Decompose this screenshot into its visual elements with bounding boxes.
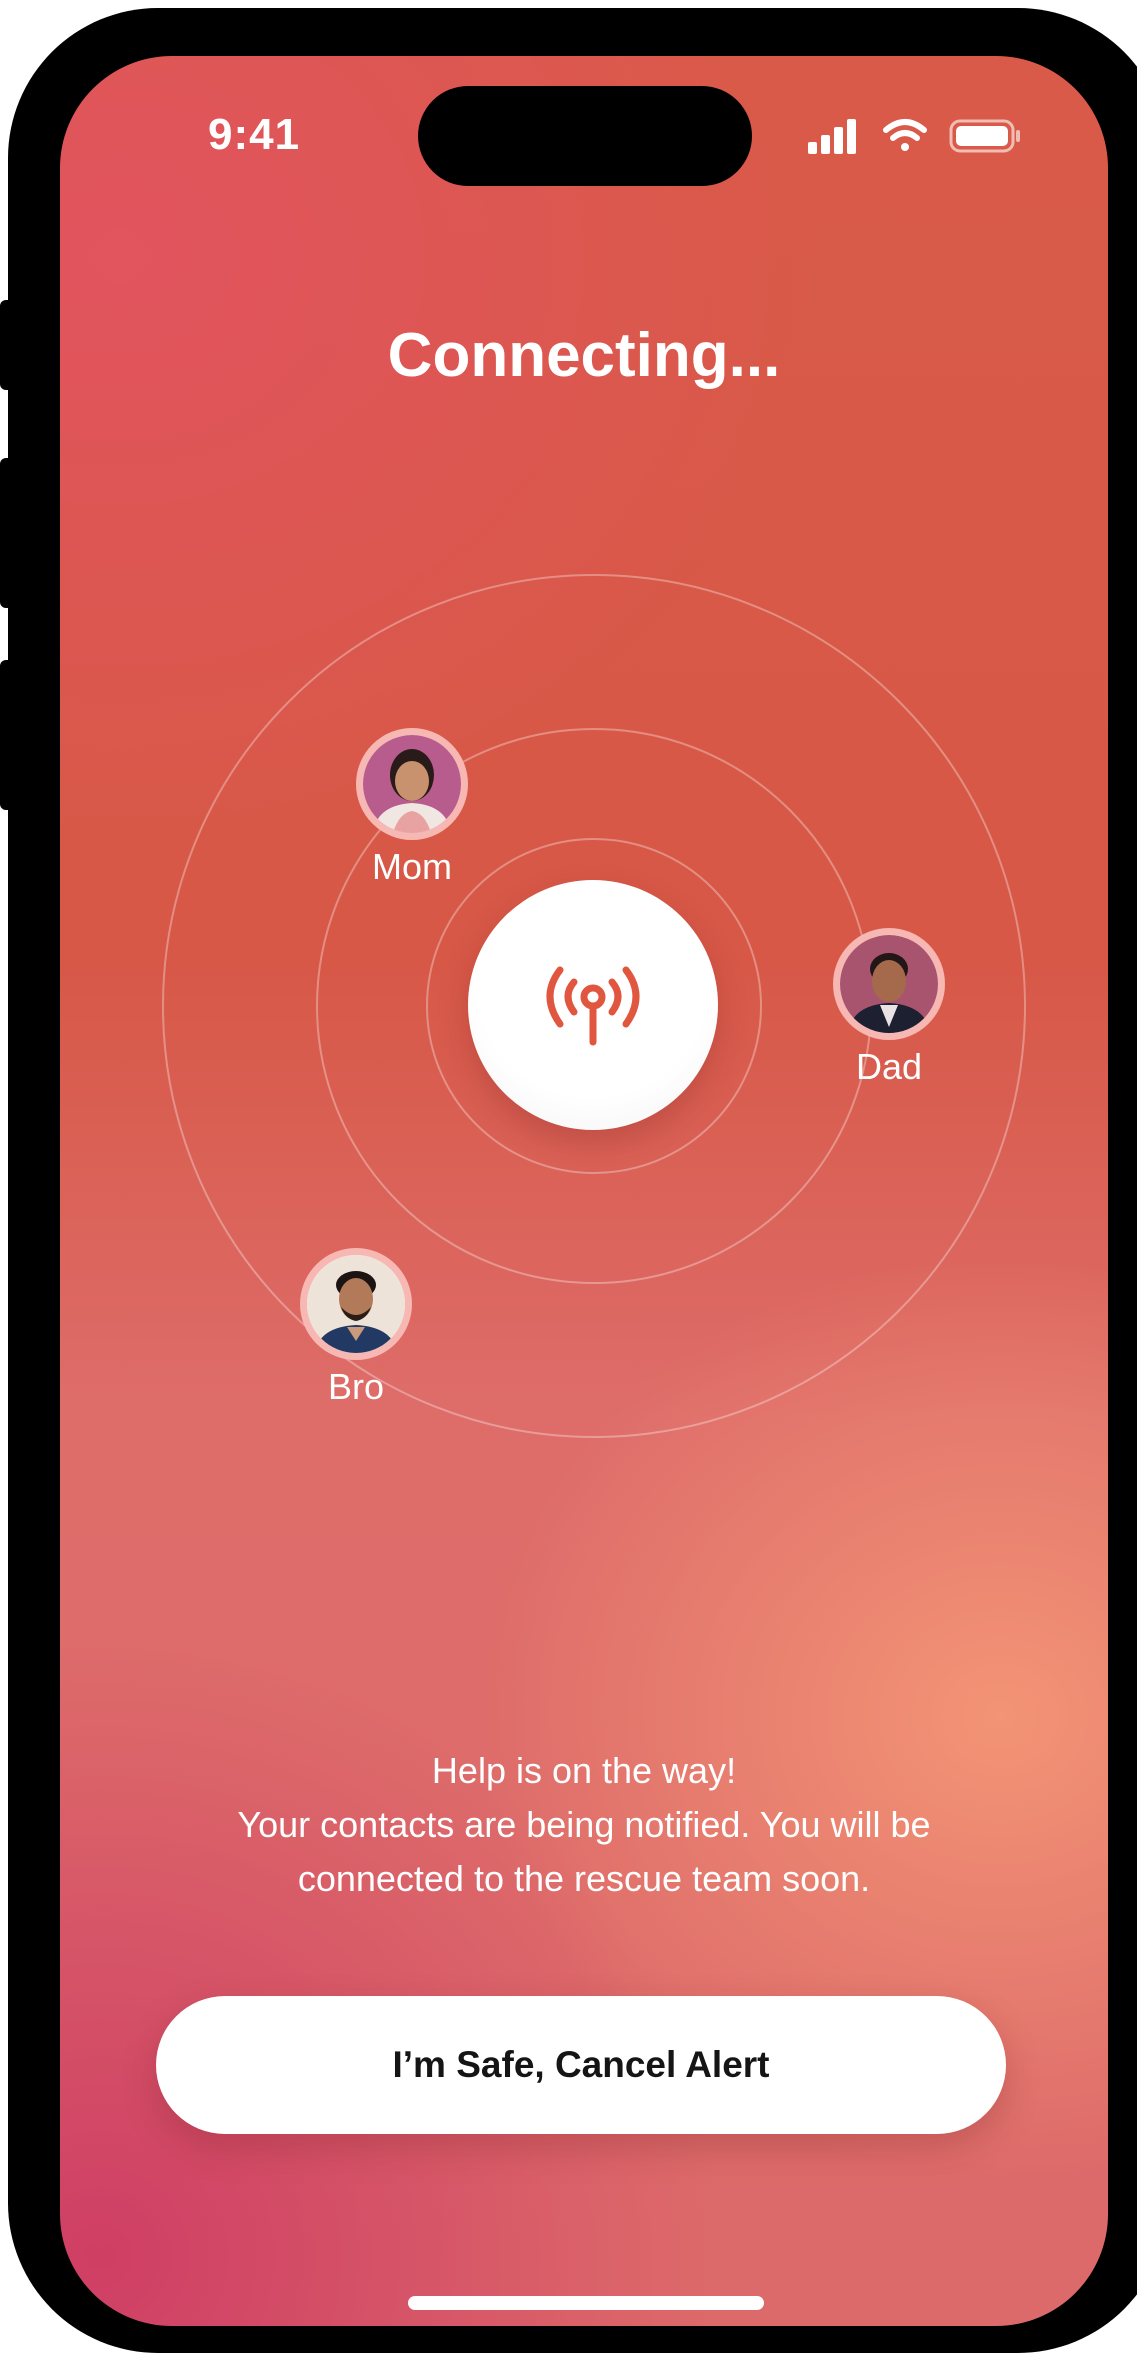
bro-avatar [300, 1248, 412, 1360]
contacts-radar: Mom Dad Bro [60, 56, 1108, 1556]
dad-avatar [833, 928, 945, 1040]
mom-avatar [356, 728, 468, 840]
app-screen: 9:41 Connecting... Mom Dad Bro Help is o… [60, 56, 1108, 2326]
contact-bro[interactable]: Bro [266, 1248, 446, 1408]
broadcast-icon [546, 966, 640, 1046]
message-line: connected to the rescue team soon. [297, 1858, 871, 1899]
contact-mom[interactable]: Mom [322, 728, 502, 888]
cancel-alert-button[interactable]: I’m Safe, Cancel Alert [156, 1996, 1006, 2134]
contact-name: Mom [372, 846, 452, 887]
phone-frame: 9:41 Connecting... Mom Dad Bro Help is o… [8, 8, 1137, 2353]
device-stage: 9:41 Connecting... Mom Dad Bro Help is o… [0, 0, 1137, 2359]
message-line: Your contacts are being notified. You wi… [237, 1804, 931, 1845]
contact-dad[interactable]: Dad [799, 928, 979, 1088]
contact-name: Bro [327, 1366, 385, 1407]
contact-name: Dad [855, 1046, 923, 1087]
broadcast-button[interactable] [468, 880, 718, 1130]
message-headline: Help is on the way! [431, 1750, 737, 1791]
home-indicator[interactable] [408, 2296, 764, 2310]
status-message: Help is on the way! Your contacts are be… [120, 1744, 1048, 1906]
